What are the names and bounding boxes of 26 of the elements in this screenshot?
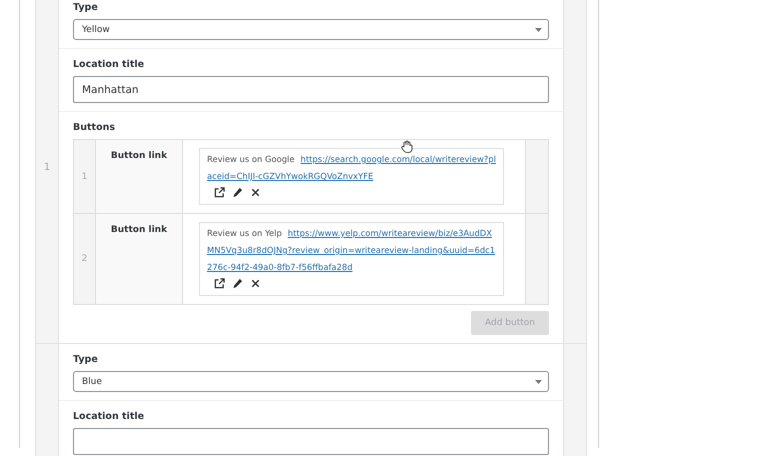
row-number: 1 — [74, 140, 96, 213]
close-icon[interactable] — [250, 187, 261, 198]
column-label: Button link — [110, 225, 168, 235]
field-label: Buttons — [73, 122, 116, 133]
hand-cursor-icon — [401, 140, 413, 153]
field-label: Type — [73, 354, 99, 365]
column-label: Button link — [110, 151, 168, 161]
link-card: Review us on Google https://search.google.com/local/writereview?placeid=ChIJI-cGZVhYwokRGQVoZnvxYFE — [199, 148, 504, 205]
row-number: 2 — [74, 214, 96, 304]
link-card: Review us on Yelp https://www.yelp.com/writeareview/biz/e3AudDXMN5Vq3u8r8dOJNg?review_origin=writeareview-landing&uuid=6dc1276c-94f2-49a0-8fb7-f56ffbafa28d — [199, 222, 504, 296]
row-handle[interactable] — [36, 344, 59, 456]
caret-icon — [535, 380, 542, 384]
pencil-icon[interactable] — [232, 278, 243, 289]
caret-icon — [535, 28, 542, 32]
external-link-icon[interactable] — [214, 187, 225, 198]
select-field[interactable]: Yellow — [73, 19, 549, 40]
input-field[interactable] — [73, 428, 549, 455]
external-link-icon[interactable] — [214, 278, 225, 289]
row-number: 1 — [44, 162, 50, 173]
field-label: Location title — [73, 59, 146, 70]
field-label: Location title — [73, 411, 146, 422]
select-field[interactable]: Blue — [73, 371, 549, 392]
input-field[interactable]: Manhattan — [73, 76, 549, 103]
close-icon[interactable] — [250, 278, 261, 289]
field-label: Type — [73, 2, 99, 13]
pencil-icon[interactable] — [232, 187, 243, 198]
